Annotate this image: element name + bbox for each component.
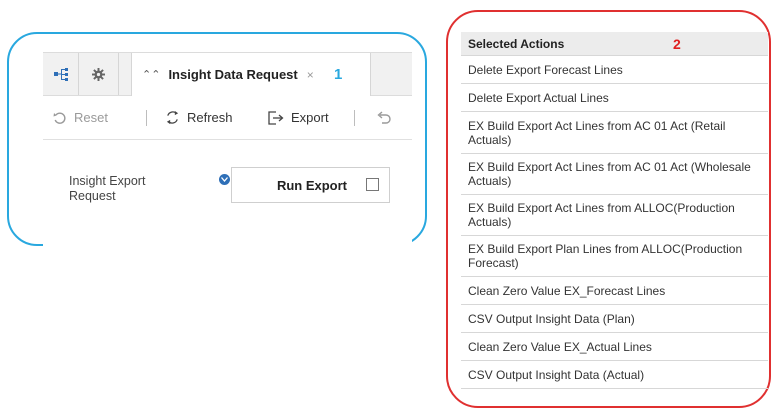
run-export-checkbox[interactable] [366,178,379,191]
selected-actions-header: Selected Actions 2 [461,32,768,56]
reset-button[interactable]: Reset [53,96,108,139]
hierarchy-icon [53,67,68,81]
tab-bar: ⌃⌃ Insight Data Request × 1 [43,52,412,96]
refresh-label: Refresh [187,110,233,125]
callout-2-number: 2 [673,36,681,52]
undo-button[interactable] [376,96,399,139]
tab-label: Insight Data Request [168,67,298,82]
settings-tab-button[interactable] [79,53,119,95]
action-item[interactable]: Clean Zero Value EX_Forecast Lines [461,277,768,305]
reset-label: Reset [74,110,108,125]
insight-data-request-panel: ⌃⌃ Insight Data Request × 1 Reset Refres… [43,50,412,246]
selected-actions-list: Selected Actions 2 Delete Export Forecas… [461,32,768,389]
action-item[interactable]: CSV Output Insight Data (Actual) [461,361,768,389]
export-button[interactable]: Export [268,96,329,139]
reset-icon [53,112,66,124]
action-item[interactable]: Delete Export Forecast Lines [461,56,768,84]
selected-actions-title: Selected Actions [468,37,565,51]
run-export-field[interactable]: Run Export [231,167,390,203]
action-item[interactable]: CSV Output Insight Data (Plan) [461,305,768,333]
undo-icon [377,110,391,124]
toolbar: Reset Refresh Export [43,96,412,140]
callout-1-number: 1 [334,66,343,83]
toolbar-divider [146,110,147,126]
action-item[interactable]: EX Build Export Act Lines from ALLOC(Pro… [461,195,768,236]
run-export-label: Run Export [276,178,347,193]
action-item[interactable]: EX Build Export Act Lines from AC 01 Act… [461,154,768,195]
gear-icon [92,67,105,81]
export-icon [268,110,284,125]
expand-icon[interactable]: ⌃⌃ [142,68,160,81]
export-label: Export [291,110,329,125]
close-icon[interactable]: × [307,68,314,82]
insight-export-request-label: Insight Export Request [69,174,146,203]
info-icon[interactable] [219,174,230,185]
action-item[interactable]: Clean Zero Value EX_Actual Lines [461,333,768,361]
refresh-icon [166,110,179,125]
refresh-button[interactable]: Refresh [165,96,233,139]
toolbar-divider [354,110,355,126]
action-item[interactable]: EX Build Export Plan Lines from ALLOC(Pr… [461,236,768,277]
action-item[interactable]: EX Build Export Act Lines from AC 01 Act… [461,112,768,154]
hierarchy-tab-button[interactable] [43,53,79,95]
action-item[interactable]: Delete Export Actual Lines [461,84,768,112]
